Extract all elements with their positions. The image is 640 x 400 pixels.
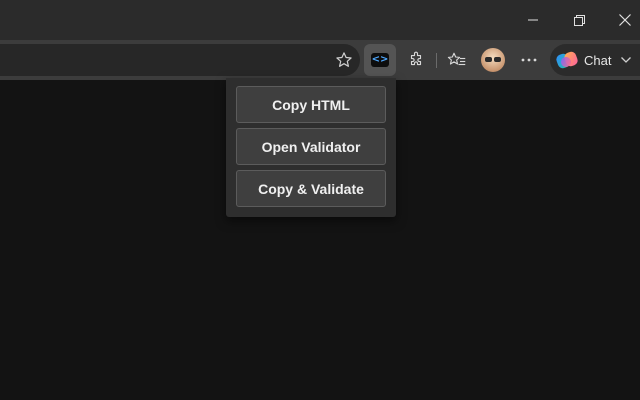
avatar xyxy=(481,48,505,72)
extensions-button[interactable] xyxy=(400,44,432,76)
close-button[interactable] xyxy=(602,0,640,40)
code-brackets-icon: <> xyxy=(371,53,389,67)
star-outline-icon xyxy=(336,52,352,67)
minimize-icon xyxy=(528,19,538,21)
open-validator-button[interactable]: Open Validator xyxy=(236,128,386,165)
browser-toolbar: <> Chat xyxy=(0,40,640,80)
copilot-icon xyxy=(554,49,580,71)
favorite-button[interactable] xyxy=(330,44,358,76)
copy-and-validate-button[interactable]: Copy & Validate xyxy=(236,170,386,207)
toolbar-divider xyxy=(436,53,437,68)
copy-html-button[interactable]: Copy HTML xyxy=(236,86,386,123)
chevron-down-icon[interactable] xyxy=(621,57,632,63)
more-button[interactable] xyxy=(513,44,545,76)
chat-button[interactable]: Chat xyxy=(550,44,640,76)
favorites-list-icon xyxy=(447,52,466,66)
extension-button-active[interactable]: <> xyxy=(364,44,396,76)
address-bar[interactable] xyxy=(0,44,360,76)
profile-button[interactable] xyxy=(477,44,509,76)
minimize-button[interactable] xyxy=(510,0,556,40)
puzzle-icon xyxy=(410,51,422,66)
extension-popup: Copy HTML Open Validator Copy & Validate xyxy=(226,78,396,217)
chat-label: Chat xyxy=(584,52,612,68)
favorites-button[interactable] xyxy=(441,44,473,76)
ellipsis-icon xyxy=(521,58,537,62)
restore-icon xyxy=(573,14,585,26)
restore-button[interactable] xyxy=(556,0,602,40)
close-icon xyxy=(619,14,631,26)
title-bar xyxy=(0,0,640,40)
